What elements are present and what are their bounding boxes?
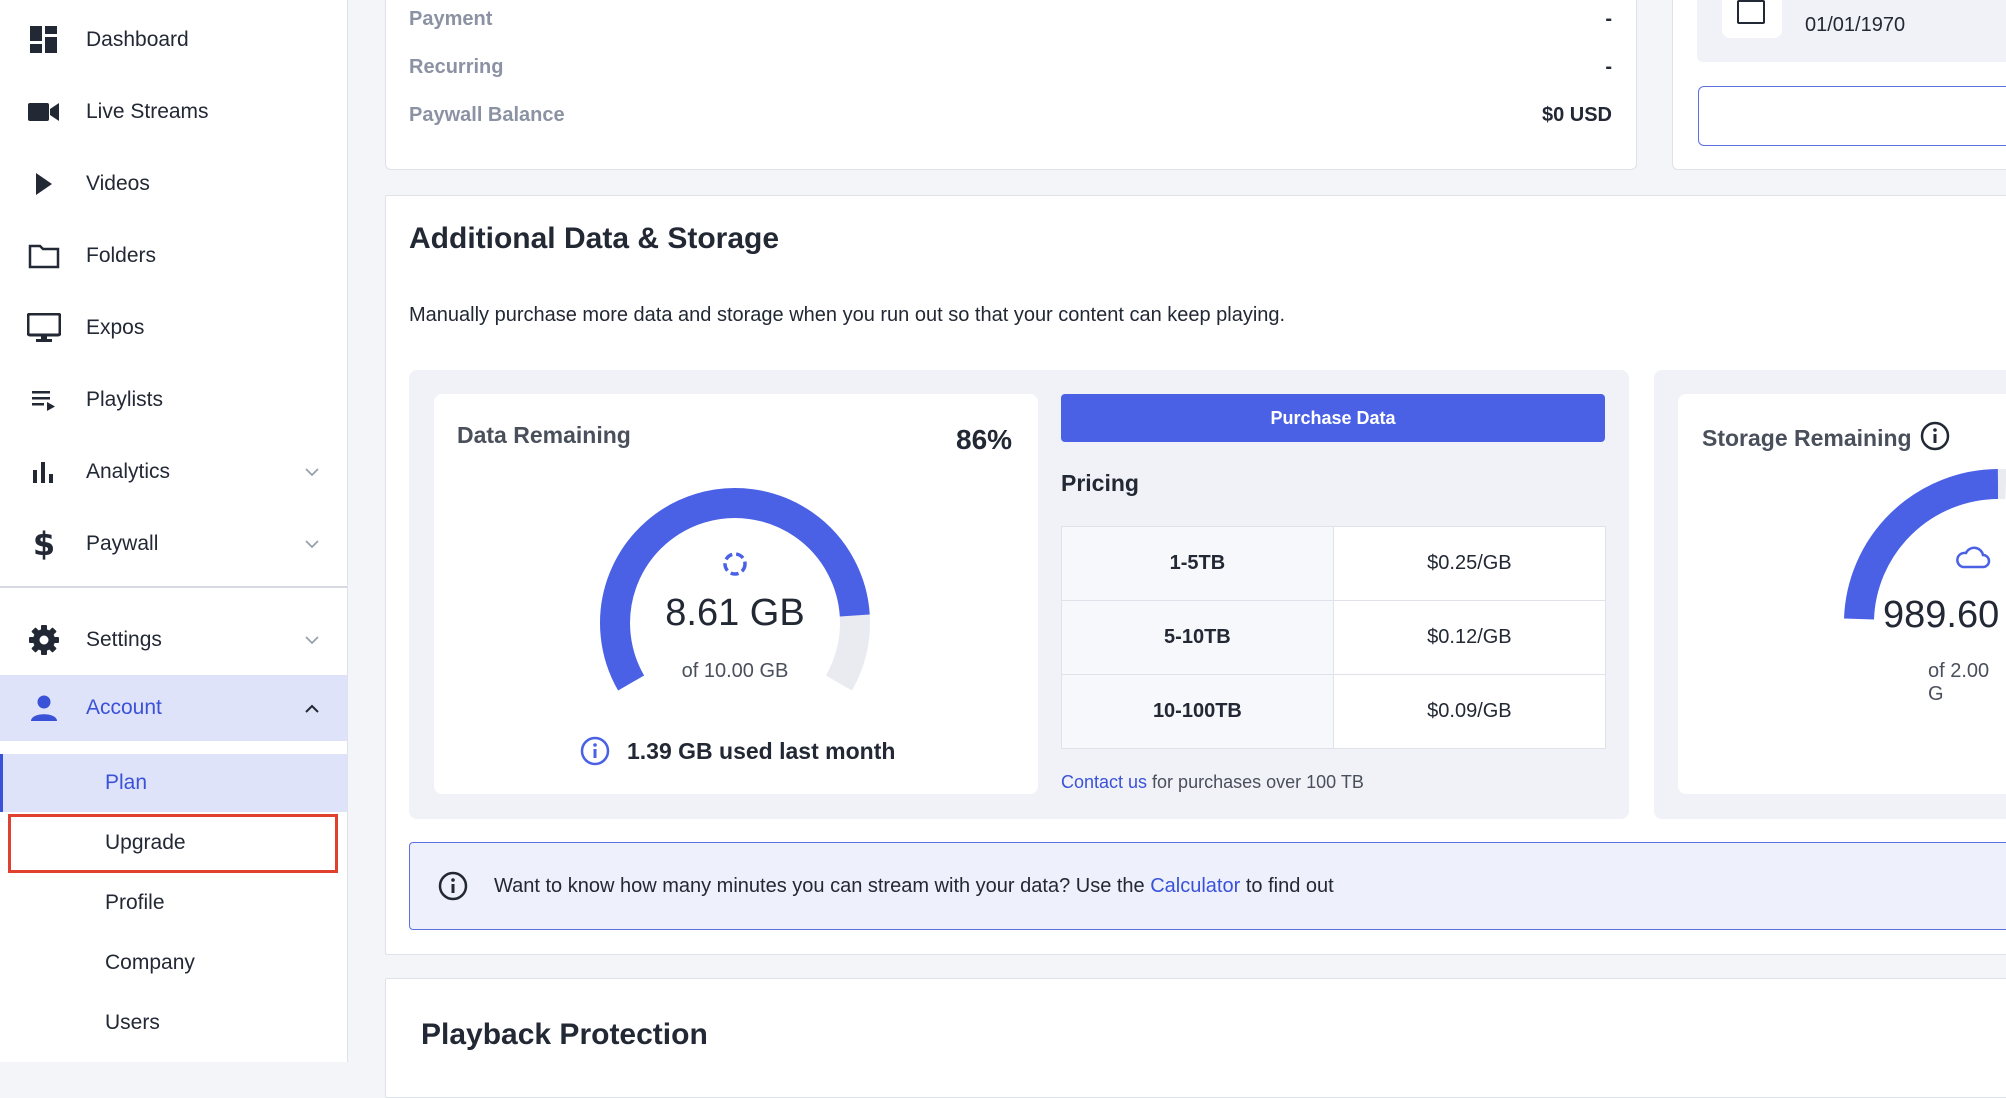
folder-icon [26, 238, 62, 274]
storage-remaining-title: Storage Remaining [1702, 425, 1912, 451]
banner-text: Want to know how many minutes you can st… [494, 875, 1334, 898]
contact-us-link[interactable]: Contact us [1061, 772, 1147, 792]
sidebar-item-playlists[interactable]: Playlists [0, 364, 347, 436]
sidebar-divider [0, 586, 347, 588]
sidebar-item-label: Folders [86, 244, 157, 267]
purchase-data-button[interactable]: Purchase Data [1061, 394, 1605, 442]
upgrade-highlight [8, 814, 338, 873]
payment-value: - [1605, 8, 1612, 30]
sidebar-subitem-company[interactable]: Company [0, 934, 347, 992]
banner-text-after: to find out [1240, 875, 1334, 897]
info-icon [438, 871, 468, 901]
sidebar-subitem-label: Profile [105, 891, 165, 914]
cloud-icon [1956, 546, 1991, 569]
data-remaining-value: 8.61 GB [665, 592, 805, 634]
sidebar-item-label: Videos [86, 172, 150, 195]
sidebar-item-expos[interactable]: Expos [0, 292, 347, 364]
data-total-value: of 10.00 GB [681, 660, 789, 682]
pricing-tier: 1-5TB [1061, 526, 1334, 601]
data-used-last-month: 1.39 GB used last month [627, 738, 896, 764]
sidebar-item-live-streams[interactable]: Live Streams [0, 76, 347, 148]
table-row: 5-10TB $0.12/GB [1061, 600, 1607, 675]
pricing-price: $0.12/GB [1332, 600, 1607, 675]
sidebar-item-dashboard[interactable]: Dashboard [0, 4, 347, 76]
pricing-tier: 10-100TB [1061, 674, 1334, 749]
table-row: 1-5TB $0.25/GB [1061, 526, 1607, 601]
banner-text-before: Want to know how many minutes you can st… [494, 875, 1151, 897]
sidebar-subitem-label: Company [105, 951, 195, 974]
contact-note: Contact us for purchases over 100 TB [1061, 772, 1364, 793]
contact-text: for purchases over 100 TB [1147, 772, 1364, 792]
pricing-price: $0.25/GB [1332, 526, 1607, 601]
sidebar-subitem-profile[interactable]: Profile [0, 874, 347, 932]
pricing-price: $0.09/GB [1332, 674, 1607, 749]
storage-total-value: of 2.00 G [1928, 660, 1990, 705]
table-row: 10-100TB $0.09/GB [1061, 674, 1607, 749]
checkbox[interactable] [1737, 0, 1765, 24]
data-remaining-title: Data Remaining [457, 422, 631, 448]
pricing-title: Pricing [1061, 470, 1139, 496]
paywall-balance-label: Paywall Balance [409, 104, 565, 126]
payment-label: Payment [409, 8, 493, 30]
sidebar-item-account[interactable]: Account [0, 675, 347, 741]
video-camera-icon [26, 94, 62, 130]
sidebar-subitem-label: Users [105, 1011, 160, 1034]
pricing-tier: 5-10TB [1061, 600, 1334, 675]
recurring-label: Recurring [409, 56, 504, 78]
sidebar-item-analytics[interactable]: Analytics [0, 436, 347, 508]
info-icon[interactable] [1920, 421, 1950, 451]
sidebar-item-label: Playlists [86, 388, 164, 411]
gear-icon [26, 622, 62, 658]
calculator-link[interactable]: Calculator [1150, 875, 1240, 897]
sidebar-item-label: Account [86, 696, 162, 719]
pricing-table: 1-5TB $0.25/GB 5-10TB $0.12/GB 10-100TB … [1061, 526, 1607, 749]
sidebar-item-label: Live Streams [86, 100, 209, 123]
sidebar-item-label: Dashboard [86, 28, 189, 51]
monitor-icon [26, 310, 62, 346]
sidebar-item-videos[interactable]: Videos [0, 148, 347, 220]
sidebar-item-paywall[interactable]: $ Paywall [0, 508, 347, 580]
billing-card [385, 0, 1637, 170]
chevron-down-icon[interactable] [300, 628, 324, 652]
data-loading-icon [723, 552, 747, 576]
sidebar-item-folders[interactable]: Folders [0, 220, 347, 292]
sidebar-item-settings[interactable]: Settings [0, 604, 347, 676]
sidebar-subitem-plan[interactable]: Plan [0, 754, 347, 812]
sidebar-subitem-label: Plan [105, 771, 148, 794]
playlist-icon [26, 382, 62, 418]
data-storage-description: Manually purchase more data and storage … [409, 304, 1286, 326]
storage-remaining-value: 989.60 [1883, 594, 2000, 636]
sidebar-item-label: Analytics [86, 460, 171, 483]
sidebar: Dashboard Live Streams Videos Folders Ex… [0, 0, 348, 1062]
dashboard-icon [26, 22, 62, 58]
chevron-down-icon[interactable] [300, 532, 324, 556]
sidebar-item-label: Settings [86, 628, 162, 651]
date-value: 01/01/1970 [1805, 14, 1906, 36]
data-storage-title: Additional Data & Storage [409, 222, 780, 255]
user-icon [26, 690, 62, 726]
info-icon [580, 736, 610, 766]
chevron-down-icon[interactable] [300, 460, 324, 484]
data-percent: 86% [956, 424, 1013, 455]
sidebar-item-label: Expos [86, 316, 145, 339]
sidebar-subitem-users[interactable]: Users [0, 994, 347, 1052]
dollar-icon: $ [32, 525, 56, 563]
sidebar-item-label: Paywall [86, 532, 159, 555]
paywall-balance-value: $0 USD [1541, 104, 1612, 126]
outline-button[interactable] [1698, 86, 2006, 146]
playback-title: Playback Protection [421, 1018, 708, 1051]
chevron-up-icon[interactable] [300, 696, 324, 720]
play-icon [26, 166, 62, 202]
bar-chart-icon [26, 454, 62, 490]
recurring-value: - [1605, 56, 1612, 78]
